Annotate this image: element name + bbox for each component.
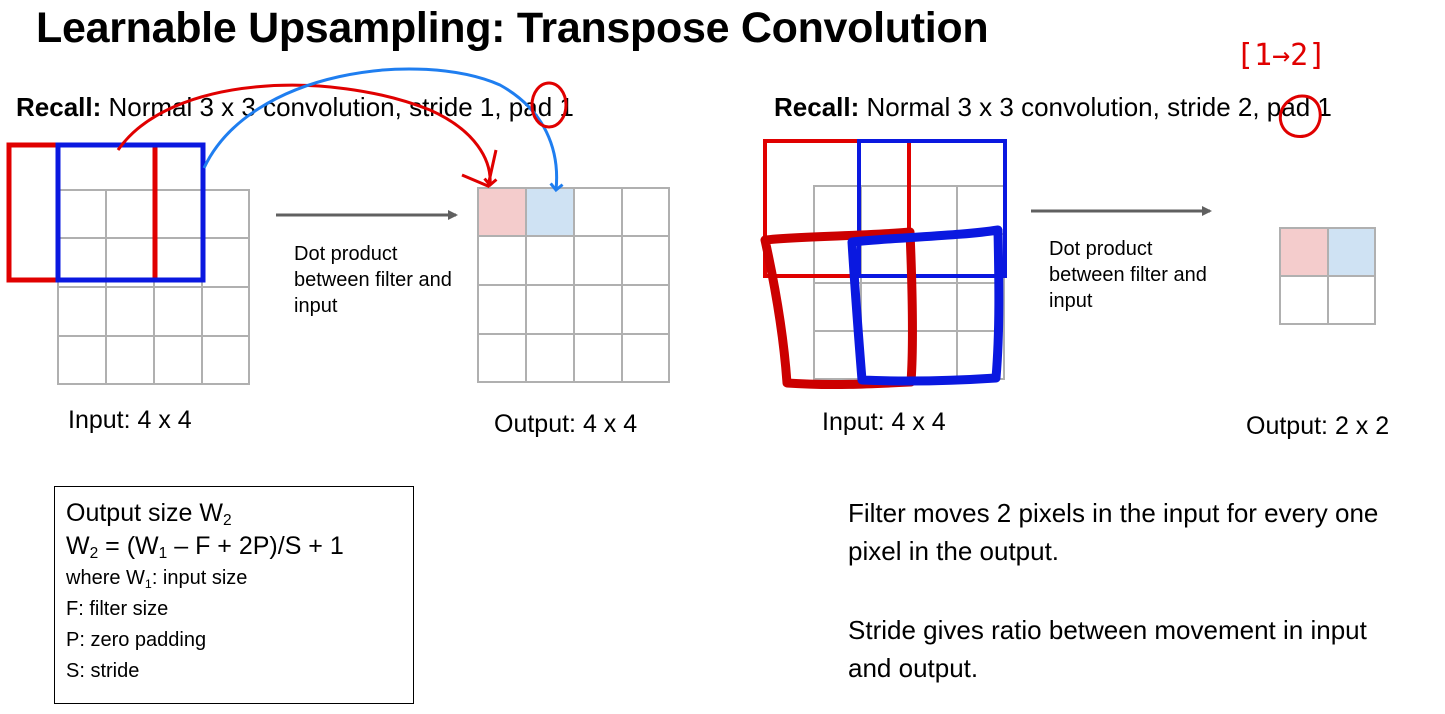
left-output-caption: Output: 4 x 4 (494, 410, 638, 438)
left-dot-product-label: Dot product between filter and input (294, 243, 452, 317)
stride-ratio-note: Stride gives ratio between movement in i… (848, 615, 1367, 683)
formula-line2-c: – F + 2P)/S + 1 (167, 532, 344, 560)
formula-line3-a: where W (66, 567, 145, 589)
formula-line-filter-size: F: filter size (66, 598, 169, 620)
filter-movement-note: Filter moves 2 pixels in the input for e… (848, 498, 1379, 566)
right-output-red-cell (1280, 228, 1328, 276)
formula-line3-sub: 1 (144, 577, 152, 591)
formula-line2-b: = (W (98, 532, 159, 560)
right-red-filter (763, 139, 911, 278)
formula-line1-text: Output size W (66, 499, 223, 527)
right-output-blue-cell (1328, 228, 1375, 276)
right-input-caption: Input: 4 x 4 (822, 408, 946, 436)
formula-line1-sub: 2 (223, 512, 232, 529)
formula-line3-b: : input size (151, 567, 248, 589)
right-blue-filter (857, 139, 1007, 278)
right-blue-handdrawn-filter (847, 225, 1004, 386)
formula-line2-b-sub: 1 (158, 545, 168, 562)
formula-line-stride: S: stride (66, 660, 140, 682)
formula-line2-a: W (66, 532, 90, 560)
stride-1-circle (530, 81, 568, 129)
formula-line-input-size: where W1: input size (66, 563, 413, 594)
left-red-filter (6, 142, 158, 283)
formula-line2-a-sub: 2 (89, 545, 99, 562)
right-dot-product-label: Dot product between filter and input (1049, 238, 1207, 312)
formula-line-zero-padding: P: zero padding (66, 629, 207, 651)
left-output-red-cell (478, 188, 526, 236)
output-size-formula-box: Output size W2 W2 = (W1 – F + 2P)/S + 1 … (54, 486, 414, 704)
formula-line-output-size: Output size W2 (66, 497, 413, 530)
stride-2-circle (1279, 94, 1322, 138)
left-output-blue-cell (526, 188, 574, 236)
right-output-caption: Output: 2 x 2 (1246, 412, 1390, 440)
red-curve-arrow (116, 83, 490, 185)
left-blue-filter (55, 142, 206, 283)
formula-line-equation: W2 = (W1 – F + 2P)/S + 1 (66, 530, 413, 563)
right-red-handdrawn-filter (760, 227, 918, 390)
left-input-caption: Input: 4 x 4 (68, 406, 192, 434)
